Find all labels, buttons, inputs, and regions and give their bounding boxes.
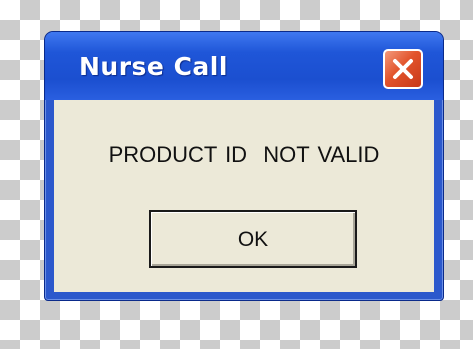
error-message: PRODUCT ID NOT VALID	[108, 142, 380, 167]
ok-button[interactable]: OK	[149, 210, 357, 268]
ok-button-label: OK	[237, 228, 269, 251]
title-bar[interactable]: Nurse Call	[45, 32, 443, 100]
dialog-title: Nurse Call	[79, 52, 228, 81]
close-icon	[393, 59, 413, 79]
nurse-call-dialog: Nurse Call PRODUCT ID NOT VALID OK	[44, 31, 444, 301]
dialog-body: PRODUCT ID NOT VALID OK	[54, 100, 434, 292]
close-button[interactable]	[383, 49, 423, 89]
